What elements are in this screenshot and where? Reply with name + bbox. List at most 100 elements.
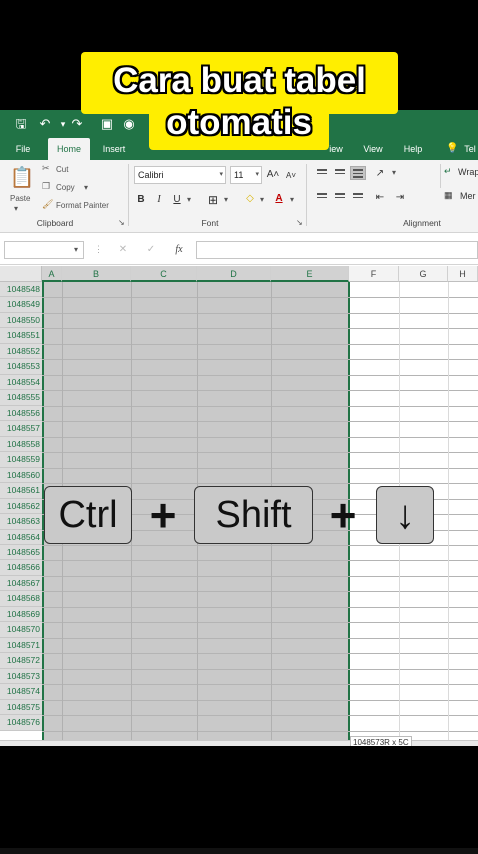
row-header[interactable]: 1048554 xyxy=(0,374,42,391)
decrease-indent-icon[interactable]: ⇤ xyxy=(372,190,388,206)
row-header[interactable]: 1048549 xyxy=(0,297,42,313)
row-header[interactable]: 1048571 xyxy=(0,637,42,654)
clipboard-launcher-icon[interactable]: ↘ xyxy=(118,218,125,227)
redo-icon[interactable]: ↷ xyxy=(68,115,86,133)
top-align-icon[interactable] xyxy=(314,166,330,180)
paste-label[interactable]: Paste xyxy=(10,194,30,203)
row-header[interactable]: 1048567 xyxy=(0,575,42,592)
name-box-dropdown-icon[interactable]: ▾ xyxy=(74,245,78,254)
row-header[interactable]: 1048568 xyxy=(0,591,42,607)
row-gridline xyxy=(42,421,478,423)
undo-icon[interactable]: ↶ xyxy=(36,115,54,133)
fill-color-dropdown-icon[interactable]: ▾ xyxy=(260,195,264,204)
row-header[interactable]: 1048558 xyxy=(0,436,42,453)
align-left-icon[interactable] xyxy=(314,190,330,204)
format-painter-button[interactable]: Format Painter xyxy=(56,201,109,210)
paste-dropdown-icon[interactable]: ▾ xyxy=(14,204,18,213)
tab-view[interactable]: View xyxy=(358,138,388,160)
tab-review[interactable]: iew xyxy=(326,138,346,160)
select-all-corner[interactable] xyxy=(0,266,42,282)
formula-input[interactable] xyxy=(196,241,478,259)
fill-color-icon[interactable]: ◇ xyxy=(242,191,258,207)
tab-insert[interactable]: Insert xyxy=(96,138,132,160)
decrease-font-icon[interactable]: A˅ xyxy=(284,168,298,184)
copy-dropdown-icon[interactable]: ▾ xyxy=(84,183,88,192)
row-header[interactable]: 1048564 xyxy=(0,529,42,545)
column-header-e[interactable]: E xyxy=(271,266,349,282)
column-header-h[interactable]: H xyxy=(448,266,478,282)
row-header[interactable]: 1048575 xyxy=(0,699,42,716)
row-header[interactable]: 1048563 xyxy=(0,514,42,530)
increase-font-icon[interactable]: A˄ xyxy=(266,167,280,183)
copy-button[interactable]: Copy xyxy=(56,183,75,192)
column-header-d[interactable]: D xyxy=(197,266,271,282)
row-header[interactable]: 1048555 xyxy=(0,390,42,406)
middle-align-icon[interactable] xyxy=(332,166,348,180)
underline-button[interactable]: U xyxy=(170,192,184,208)
row-header[interactable]: 1048572 xyxy=(0,653,42,669)
print-preview-icon[interactable]: ▣ xyxy=(98,115,116,133)
bottom-align-icon[interactable] xyxy=(350,166,366,180)
save-icon[interactable]: 🖫 xyxy=(12,115,30,133)
row-header[interactable]: 1048574 xyxy=(0,684,42,700)
row-gridline xyxy=(42,575,478,577)
row-header[interactable]: 1048550 xyxy=(0,312,42,329)
row-header[interactable]: 1048553 xyxy=(0,359,42,375)
enter-icon[interactable]: ✓ xyxy=(142,241,160,259)
borders-dropdown-icon[interactable]: ▾ xyxy=(224,195,228,204)
row-header[interactable]: 1048566 xyxy=(0,560,42,576)
chevron-down-icon: ▾ xyxy=(219,171,223,178)
tab-tell-me[interactable]: Tel xyxy=(462,138,478,160)
borders-icon[interactable]: ⊞ xyxy=(206,192,220,208)
column-header-b[interactable]: B xyxy=(62,266,131,282)
caption-line-1: Cara buat tabel xyxy=(113,61,366,100)
column-header-f[interactable]: F xyxy=(349,266,399,282)
row-header[interactable]: 1048576 xyxy=(0,715,42,731)
row-header[interactable]: 1048570 xyxy=(0,622,42,638)
column-header-a[interactable]: A xyxy=(42,266,62,282)
increase-indent-icon[interactable]: ⇥ xyxy=(392,190,408,206)
row-header[interactable]: 1048551 xyxy=(0,328,42,344)
column-header-c[interactable]: C xyxy=(131,266,197,282)
row-header[interactable]: 1048565 xyxy=(0,544,42,561)
font-color-dropdown-icon[interactable]: ▾ xyxy=(290,195,294,204)
tab-home[interactable]: Home xyxy=(48,138,90,160)
camera-icon[interactable]: ◉ xyxy=(120,115,138,133)
row-header[interactable]: 1048573 xyxy=(0,668,42,685)
row-header[interactable]: 1048556 xyxy=(0,405,42,422)
italic-button[interactable]: I xyxy=(152,192,166,208)
lightbulb-icon[interactable]: 💡 xyxy=(446,138,458,160)
align-right-icon[interactable] xyxy=(350,190,366,204)
name-box[interactable] xyxy=(4,241,84,259)
insert-function-icon[interactable]: fx xyxy=(170,241,188,259)
orientation-icon[interactable]: ↗ xyxy=(372,166,388,182)
tab-help[interactable]: Help xyxy=(398,138,428,160)
wrap-text-button[interactable]: Wrap xyxy=(458,167,478,177)
row-header[interactable]: 1048559 xyxy=(0,452,42,468)
paste-icon[interactable]: 📋 xyxy=(8,166,36,190)
row-header[interactable]: 1048557 xyxy=(0,421,42,437)
font-family-select[interactable]: Calibri ▾ xyxy=(134,166,226,184)
row-header[interactable]: 1048562 xyxy=(0,498,42,515)
shift-key: Shift xyxy=(194,486,313,544)
font-launcher-icon[interactable]: ↘ xyxy=(296,218,303,227)
align-center-icon[interactable] xyxy=(332,190,348,204)
column-gridline xyxy=(448,282,449,746)
tab-file[interactable]: File xyxy=(8,138,38,160)
wrap-text-icon: ↵ xyxy=(444,166,452,176)
row-header[interactable]: 1048561 xyxy=(0,483,42,499)
font-size-select[interactable]: 11 ▾ xyxy=(230,166,262,184)
row-header[interactable]: 1048560 xyxy=(0,467,42,484)
row-header[interactable]: 1048552 xyxy=(0,343,42,360)
cut-button[interactable]: Cut xyxy=(56,165,68,174)
merge-button[interactable]: Mer xyxy=(460,191,476,201)
row-header[interactable]: 1048548 xyxy=(0,282,42,298)
row-header[interactable]: 1048569 xyxy=(0,606,42,623)
column-header-g[interactable]: G xyxy=(399,266,448,282)
orientation-dropdown-icon[interactable]: ▾ xyxy=(392,168,396,177)
bold-button[interactable]: B xyxy=(134,192,148,208)
formula-bar-handle-icon[interactable]: ⋮ xyxy=(94,244,103,255)
cancel-icon[interactable]: ✕ xyxy=(114,241,132,259)
font-color-icon[interactable]: A xyxy=(272,191,286,207)
underline-dropdown-icon[interactable]: ▾ xyxy=(187,195,191,204)
